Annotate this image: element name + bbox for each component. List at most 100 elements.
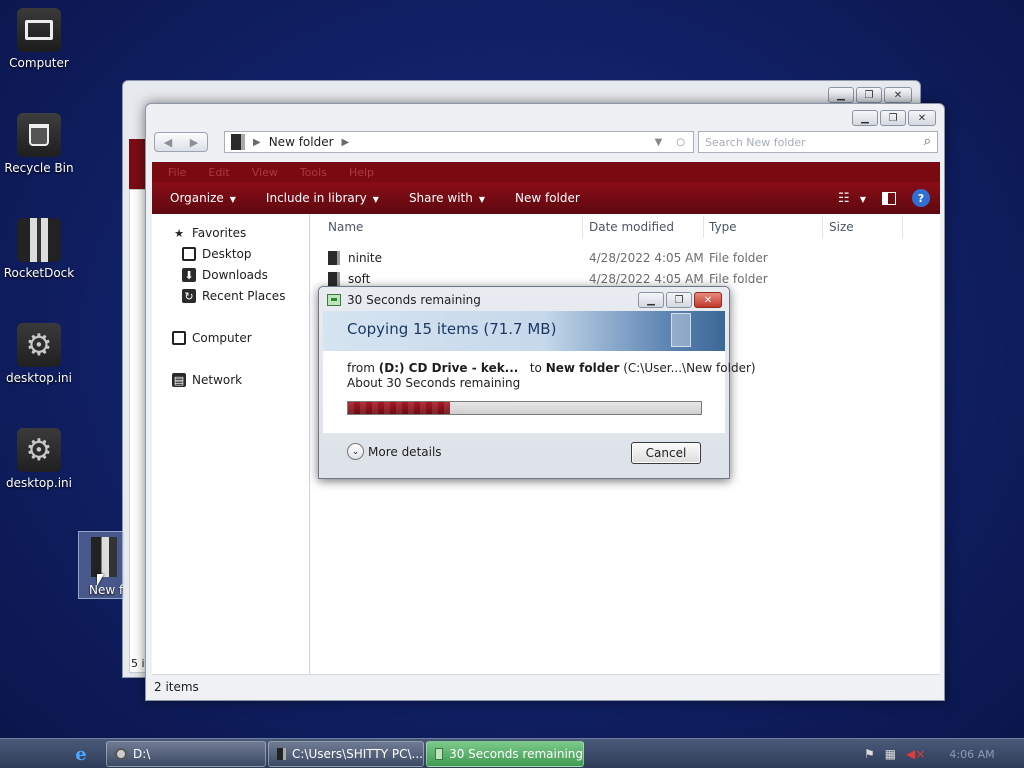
chevron-down-icon: ▼ bbox=[229, 195, 236, 204]
new-folder-button[interactable]: New folder bbox=[515, 191, 580, 205]
forward-arrow-icon[interactable]: ▶ bbox=[190, 136, 198, 149]
address-bar[interactable]: ▶ New folder ▶ ▼ ○ bbox=[224, 131, 694, 153]
close-button[interactable]: ✕ bbox=[694, 292, 722, 308]
column-divider[interactable] bbox=[582, 216, 583, 238]
network-icon[interactable]: ▦ bbox=[885, 747, 896, 761]
menu-view[interactable]: View bbox=[252, 166, 278, 179]
breadcrumb-separator-icon[interactable]: ▶ bbox=[342, 137, 350, 148]
column-divider[interactable] bbox=[822, 216, 823, 238]
dialog-header: Copying 15 items (71.7 MB) bbox=[323, 311, 725, 351]
maximize-button[interactable]: ❐ bbox=[880, 110, 906, 126]
navigation-pane: ★ Favorites Desktop ⬇ Downloads ↻ Recent… bbox=[152, 214, 310, 674]
maximize-button[interactable]: ❐ bbox=[666, 292, 692, 308]
organize-button[interactable]: Organize ▼ bbox=[170, 191, 236, 205]
nav-favorites[interactable]: ★ Favorites bbox=[172, 226, 246, 240]
computer-icon bbox=[172, 331, 186, 345]
search-placeholder: Search New folder bbox=[705, 136, 806, 149]
search-icon[interactable]: ⌕ bbox=[924, 134, 931, 149]
nav-label: Network bbox=[192, 373, 243, 387]
back-arrow-icon[interactable]: ◀ bbox=[164, 136, 172, 149]
more-details-toggle[interactable]: ⌄ More details bbox=[347, 443, 442, 460]
taskbar-item-copy[interactable]: 30 Seconds remaining bbox=[426, 741, 584, 767]
clock[interactable]: 4:06 AM bbox=[949, 748, 994, 761]
desktop-icon-computer[interactable]: Computer bbox=[0, 8, 78, 70]
nav-label: Downloads bbox=[202, 268, 268, 282]
nav-recent-places[interactable]: ↻ Recent Places bbox=[182, 289, 285, 303]
taskbar-item-explorer[interactable]: C:\Users\SHITTY PC\... bbox=[268, 741, 424, 767]
copy-progress-dialog[interactable]: 30 Seconds remaining ▁ ❐ ✕ Copying 15 it… bbox=[318, 286, 756, 479]
column-header-type[interactable]: Type bbox=[709, 220, 737, 234]
folder-icon bbox=[328, 251, 340, 265]
desktop-icon-label: Recycle Bin bbox=[4, 161, 74, 175]
column-divider[interactable] bbox=[703, 216, 704, 238]
taskbar-item-drive[interactable]: D:\ bbox=[106, 741, 266, 767]
more-details-label: More details bbox=[368, 444, 442, 459]
back-forward-buttons[interactable]: ◀ ▶ bbox=[154, 132, 208, 152]
menu-tools[interactable]: Tools bbox=[300, 166, 327, 179]
menu-bar: File Edit View Tools Help bbox=[152, 162, 940, 182]
copy-icon bbox=[327, 294, 341, 306]
minimize-button[interactable]: ▁ bbox=[852, 110, 878, 126]
progress-fill bbox=[348, 402, 451, 414]
taskbar-item-label: 30 Seconds remaining bbox=[449, 747, 583, 761]
internet-explorer-icon[interactable]: e bbox=[70, 744, 92, 765]
dragged-folder[interactable]: New fo bbox=[78, 531, 124, 599]
menu-edit[interactable]: Edit bbox=[208, 166, 229, 179]
breadcrumb-separator-icon: ▶ bbox=[253, 136, 261, 148]
desktop-icon-recycle-bin[interactable]: Recycle Bin bbox=[0, 113, 78, 175]
taskbar: e D:\ C:\Users\SHITTY PC\... 30 Seconds … bbox=[0, 738, 1024, 768]
views-icon[interactable]: ☷ ▼ bbox=[838, 191, 866, 206]
menu-help[interactable]: Help bbox=[349, 166, 374, 179]
copy-heading: Copying 15 items (71.7 MB) bbox=[347, 320, 557, 338]
desktop-icon-label: Computer bbox=[9, 56, 69, 70]
rocketdock-icon bbox=[17, 218, 61, 262]
help-icon[interactable]: ? bbox=[912, 189, 930, 207]
desktop-icon-desktop-ini-2[interactable]: ⚙ desktop.ini bbox=[0, 428, 78, 490]
include-label: Include in library bbox=[265, 191, 367, 205]
maximize-button[interactable]: ❐ bbox=[856, 87, 882, 103]
refresh-icon[interactable]: ○ bbox=[676, 137, 685, 148]
include-in-library-button[interactable]: Include in library ▼ bbox=[266, 191, 379, 205]
nav-desktop[interactable]: Desktop bbox=[182, 247, 252, 261]
dragged-folder-label: New fo bbox=[89, 583, 124, 597]
to-prefix: to bbox=[529, 361, 542, 375]
desktop-icon-desktop-ini-1[interactable]: ⚙ desktop.ini bbox=[0, 323, 78, 385]
nav-computer[interactable]: Computer bbox=[172, 331, 252, 345]
documents-icon bbox=[671, 313, 691, 347]
item-count: 2 items bbox=[154, 680, 199, 694]
desktop-icon-label: desktop.ini bbox=[6, 476, 72, 490]
nav-label: Recent Places bbox=[202, 289, 286, 303]
close-button[interactable]: ✕ bbox=[908, 110, 936, 126]
nav-downloads[interactable]: ⬇ Downloads bbox=[182, 268, 268, 282]
minimize-button[interactable]: ▁ bbox=[828, 87, 854, 103]
star-icon: ★ bbox=[174, 226, 184, 240]
action-center-icon[interactable]: ⚑ bbox=[864, 747, 875, 761]
column-header-date[interactable]: Date modified bbox=[589, 220, 674, 234]
column-header-name[interactable]: Name bbox=[328, 220, 363, 234]
source-link[interactable]: (D:) CD Drive - kek... bbox=[379, 361, 519, 375]
share-with-button[interactable]: Share with ▼ bbox=[409, 191, 485, 205]
file-row[interactable]: ninite 4/28/2022 4:05 AM File folder bbox=[328, 249, 928, 267]
desktop-icon-rocketdock[interactable]: RocketDock bbox=[0, 218, 78, 280]
column-divider[interactable] bbox=[902, 216, 903, 238]
desktop-icon bbox=[182, 247, 196, 261]
speaker-muted-icon[interactable]: ◀× bbox=[906, 747, 925, 761]
address-dropdown-icon[interactable]: ▼ bbox=[655, 137, 663, 148]
system-tray: ⚑ ▦ ◀× 4:06 AM bbox=[854, 739, 1024, 768]
column-header-size[interactable]: Size bbox=[829, 220, 854, 234]
file-name: ninite bbox=[348, 251, 382, 265]
menu-file[interactable]: File bbox=[168, 166, 186, 179]
file-name: soft bbox=[348, 272, 371, 286]
close-button[interactable]: ✕ bbox=[884, 87, 912, 103]
computer-icon bbox=[17, 8, 61, 52]
dialog-footer: ⌄ More details Cancel bbox=[323, 433, 725, 475]
search-input[interactable]: Search New folder ⌕ bbox=[698, 131, 938, 153]
drive-icon bbox=[115, 748, 127, 760]
preview-pane-icon[interactable] bbox=[882, 191, 896, 205]
settings-file-icon: ⚙ bbox=[17, 428, 61, 472]
cancel-button[interactable]: Cancel bbox=[631, 442, 701, 464]
destination-link[interactable]: New folder bbox=[546, 361, 620, 375]
nav-network[interactable]: ▤ Network bbox=[172, 373, 242, 387]
minimize-button[interactable]: ▁ bbox=[638, 292, 664, 308]
breadcrumb-folder[interactable]: New folder bbox=[269, 135, 334, 149]
